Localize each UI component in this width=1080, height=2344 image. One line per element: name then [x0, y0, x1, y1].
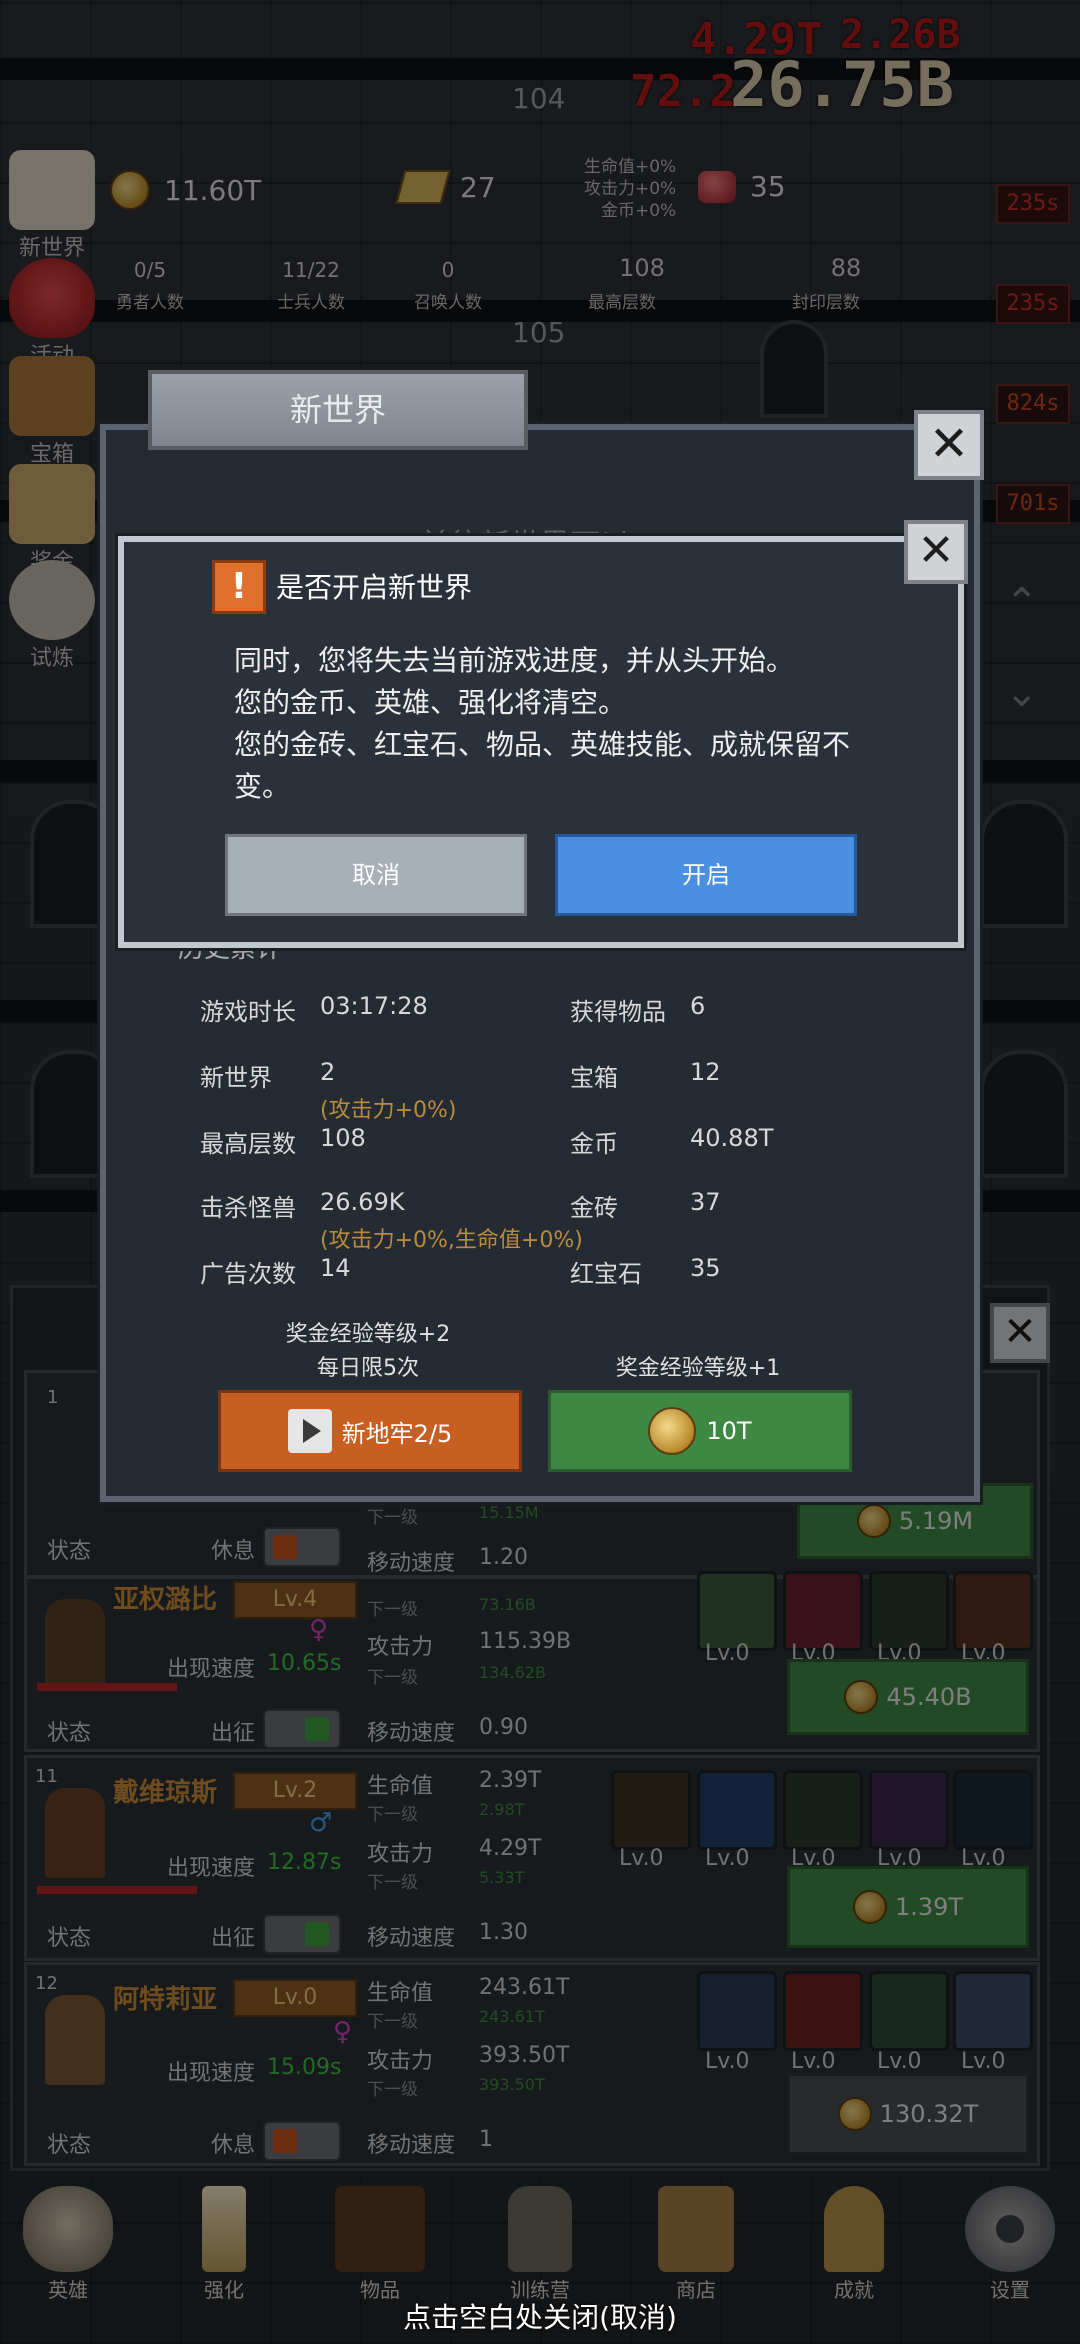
confirm-body: 同时，您将失去当前游戏进度，并从头开始。 您的金币、英雄、强化将清空。 您的金砖…: [234, 644, 851, 803]
ad-option-text: 奖金经验等级+2 每日限5次: [285, 1322, 451, 1381]
close-hint: 点击空白处关闭(取消): [403, 2301, 677, 2334]
confirm-start-button[interactable]: 开启: [555, 834, 857, 916]
confirm-close-button[interactable]: ✕: [904, 520, 968, 584]
cancel-button[interactable]: 取消: [225, 834, 527, 916]
gold-option-text: 奖金经验等级+1: [615, 1356, 781, 1381]
new-world-gold-button[interactable]: 10T: [548, 1390, 852, 1472]
video-icon: [287, 1409, 332, 1453]
new-world-close-button[interactable]: ✕: [914, 410, 984, 480]
new-world-title: 新世界: [148, 370, 528, 450]
confirm-title: 是否开启新世界: [276, 571, 473, 604]
warning-icon: !: [212, 560, 266, 614]
new-dungeon-ad-button[interactable]: 新地牢2/5: [218, 1390, 522, 1472]
coin-icon: [648, 1407, 697, 1455]
